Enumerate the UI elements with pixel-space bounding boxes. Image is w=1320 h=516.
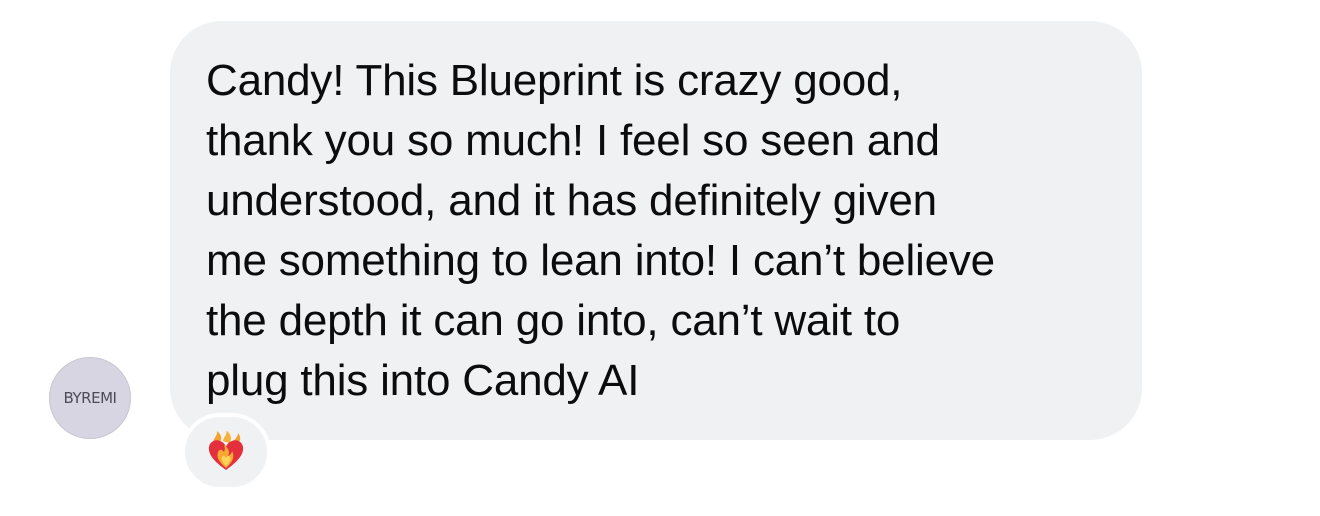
message-text: Candy! This Blueprint is crazy good, tha… (206, 56, 995, 405)
reaction-badge[interactable] (181, 413, 271, 491)
heart-on-fire-icon (208, 431, 244, 470)
message-bubble[interactable]: Candy! This Blueprint is crazy good, tha… (170, 21, 1142, 440)
avatar-label: BYREMI (63, 389, 117, 407)
avatar[interactable]: BYREMI (49, 357, 131, 439)
